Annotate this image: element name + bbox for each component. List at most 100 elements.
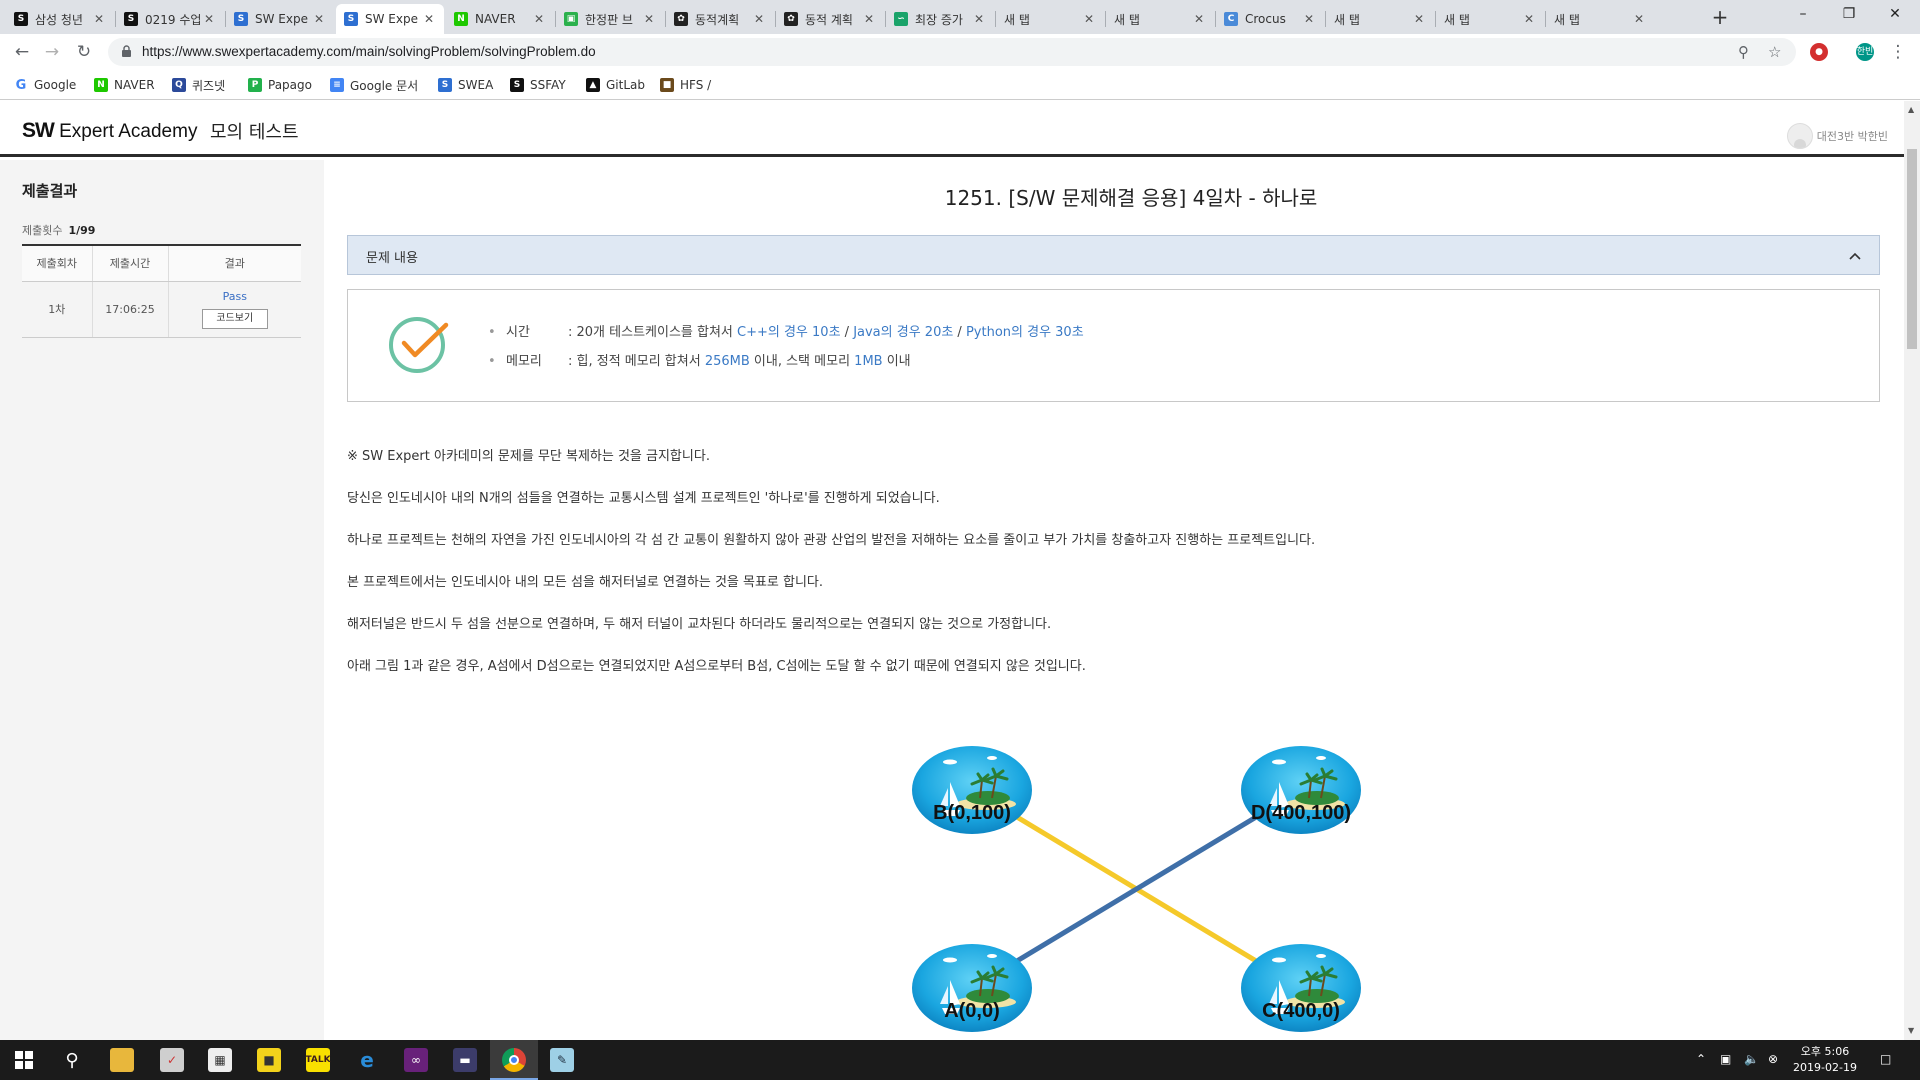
adblock-extension-icon[interactable]: ● xyxy=(1810,43,1828,61)
submission-table: 제출회차 제출시간 결과 1차 17:06:25 Pass 코드보기 xyxy=(22,244,301,338)
bookmark-hfs[interactable]: ■ HFS / xyxy=(660,76,711,94)
problem-main: 1251. [S/W 문제해결 응용] 4일차 - 하나로 문제 내용 • 시간:… xyxy=(324,160,1904,1040)
browser-tab[interactable]: S SW Expe ✕ xyxy=(336,4,444,34)
close-tab-icon[interactable]: ✕ xyxy=(972,12,986,26)
user-menu[interactable]: 대전3반 박한빈 xyxy=(1786,123,1888,149)
taskbar-clock[interactable]: 오후 5:06 2019-02-19 xyxy=(1790,1044,1860,1076)
ime-icon[interactable]: ⊗ xyxy=(1768,1052,1778,1066)
problem-content-toggle[interactable]: 문제 내용 xyxy=(347,235,1880,275)
submission-round: 1차 xyxy=(22,281,92,338)
sidebar-title: 제출결과 xyxy=(22,182,78,200)
sticky-notes-icon[interactable]: ■ xyxy=(257,1048,281,1072)
view-code-button[interactable]: 코드보기 xyxy=(201,308,268,329)
browser-tab[interactable]: ▣ 한정판 브 ✕ xyxy=(556,4,664,34)
close-tab-icon[interactable]: ✕ xyxy=(422,12,436,26)
bookmark-google-docs[interactable]: ≡ Google 문서 xyxy=(330,76,418,94)
tab-title: 새 탭 xyxy=(1444,12,1470,27)
naver-icon: N xyxy=(454,12,468,26)
menu-icon[interactable]: ⋮ xyxy=(1886,40,1910,64)
kakaotalk-icon[interactable]: TALK xyxy=(305,1048,331,1072)
bookmark-swea[interactable]: S SWEA xyxy=(438,76,493,94)
internet-explorer-icon[interactable]: e xyxy=(355,1048,379,1072)
column-header: 제출시간 xyxy=(91,244,168,282)
problem-title: 1251. [S/W 문제해결 응용] 4일차 - 하나로 xyxy=(944,186,1318,210)
new-tab-button[interactable]: + xyxy=(1708,4,1732,30)
close-tab-icon[interactable]: ✕ xyxy=(312,12,326,26)
close-tab-icon[interactable]: ✕ xyxy=(1412,12,1426,26)
scroll-down-icon[interactable]: ▼ xyxy=(1908,1026,1914,1035)
close-tab-icon[interactable]: ✕ xyxy=(1192,12,1206,26)
visual-studio-icon[interactable]: ∞ xyxy=(404,1048,428,1072)
tray-overflow-icon[interactable]: ⌃ xyxy=(1696,1052,1706,1066)
close-tab-icon[interactable]: ✕ xyxy=(1632,12,1646,26)
site-logo[interactable]: SW Expert Academy xyxy=(22,119,197,143)
bookmark-ssafy[interactable]: S SSFAY xyxy=(510,76,566,94)
browser-tab[interactable]: S 삼성 청년 ✕ xyxy=(6,4,114,34)
file-explorer-icon[interactable] xyxy=(110,1048,134,1072)
browser-tab-strip: S 삼성 청년 ✕ S 0219 수업 ✕ S SW Expe ✕ S SW Expe ✕ N NAVER… xyxy=(0,0,1920,34)
zoom-icon[interactable]: ⚲ xyxy=(1738,43,1749,61)
scroll-up-icon[interactable]: ▲ xyxy=(1908,105,1914,114)
calculator-icon[interactable]: ▦ xyxy=(208,1048,232,1072)
browser-tab[interactable]: ✿ 동적계획 ✕ xyxy=(666,4,774,34)
browser-tab[interactable]: S SW Expe ✕ xyxy=(226,4,334,34)
network-icon[interactable]: ▣ xyxy=(1720,1052,1731,1066)
browser-tab[interactable]: S 0219 수업 ✕ xyxy=(116,4,224,34)
browser-tab[interactable]: N NAVER ✕ xyxy=(446,4,554,34)
browser-tab[interactable]: ∽ 최장 증가 ✕ xyxy=(886,4,994,34)
tab-title: 새 탭 xyxy=(1334,12,1360,27)
page-scrollbar[interactable]: ▲ ▼ xyxy=(1904,101,1920,1040)
browser-tab[interactable]: 새 탭 ✕ xyxy=(1546,4,1654,34)
browser-tab[interactable]: 새 탭 ✕ xyxy=(1106,4,1214,34)
bookmark-quiznet[interactable]: Q 퀴즈넷 xyxy=(172,76,225,94)
browser-tab[interactable]: 새 탭 ✕ xyxy=(1436,4,1544,34)
bookmark-google[interactable]: G Google xyxy=(14,76,77,94)
browser-tab[interactable]: 새 탭 ✕ xyxy=(996,4,1104,34)
bookmark-star-icon[interactable]: ☆ xyxy=(1768,43,1781,61)
submission-count: 제출횟수 1/99 xyxy=(22,224,96,237)
crocus-icon: C xyxy=(1224,12,1238,26)
close-window-button[interactable]: ✕ xyxy=(1872,0,1918,30)
maximize-button[interactable]: ❐ xyxy=(1826,0,1872,30)
reload-icon[interactable]: ↻ xyxy=(72,40,96,64)
paint-icon[interactable]: ✓ xyxy=(160,1048,184,1072)
tab-title: 새 탭 xyxy=(1554,12,1580,27)
close-tab-icon[interactable]: ✕ xyxy=(1082,12,1096,26)
close-tab-icon[interactable]: ✕ xyxy=(642,12,656,26)
google-icon: G xyxy=(15,77,27,93)
windows-start-icon[interactable] xyxy=(12,1048,36,1072)
windows-taskbar: ⚲ ✓ ▦ ■ TALK e ∞ ▬ ✎ ⌃ ▣ 🔈 ⊗ 오후 5:06 201… xyxy=(0,1040,1920,1080)
browser-tab[interactable]: ✿ 동적 계획 ✕ xyxy=(776,4,884,34)
chrome-icon[interactable] xyxy=(502,1048,526,1072)
close-tab-icon[interactable]: ✕ xyxy=(532,12,546,26)
bookmark-naver[interactable]: N NAVER xyxy=(94,76,155,94)
close-tab-icon[interactable]: ✕ xyxy=(752,12,766,26)
back-icon[interactable]: ← xyxy=(10,40,34,64)
tab-title: NAVER xyxy=(475,12,516,26)
scrollbar-thumb[interactable] xyxy=(1907,149,1917,349)
close-tab-icon[interactable]: ✕ xyxy=(862,12,876,26)
forward-icon[interactable]: → xyxy=(40,40,64,64)
problem-paragraph: 당신은 인도네시아 내의 N개의 섬들을 연결하는 교통시스템 설계 프로젝트인… xyxy=(347,491,940,506)
panel-label: 문제 내용 xyxy=(366,251,418,266)
close-tab-icon[interactable]: ✕ xyxy=(1302,12,1316,26)
user-name: 대전3반 박한빈 xyxy=(1816,130,1888,143)
notepad-icon[interactable]: ✎ xyxy=(550,1048,574,1072)
check-circle-icon xyxy=(389,317,449,373)
address-bar[interactable]: https://www.swexpertacademy.com/main/sol… xyxy=(108,38,1796,66)
bookmark-gitlab[interactable]: ▲ GitLab xyxy=(586,76,645,94)
search-icon[interactable]: ⚲ xyxy=(60,1048,84,1072)
close-tab-icon[interactable]: ✕ xyxy=(1522,12,1536,26)
close-tab-icon[interactable]: ✕ xyxy=(92,12,106,26)
tab-title: Crocus xyxy=(1245,12,1286,26)
swea-icon: S xyxy=(438,78,452,92)
close-tab-icon[interactable]: ✕ xyxy=(202,12,216,26)
terminal-icon[interactable]: ▬ xyxy=(453,1048,477,1072)
browser-tab[interactable]: C Crocus ✕ xyxy=(1216,4,1324,34)
volume-icon[interactable]: 🔈 xyxy=(1744,1052,1759,1066)
minimize-button[interactable]: – xyxy=(1780,0,1826,30)
profile-avatar[interactable]: 한빈 xyxy=(1856,43,1874,61)
bookmark-papago[interactable]: P Papago xyxy=(248,76,312,94)
notifications-icon[interactable]: □ xyxy=(1880,1052,1891,1066)
browser-tab[interactable]: 새 탭 ✕ xyxy=(1326,4,1434,34)
